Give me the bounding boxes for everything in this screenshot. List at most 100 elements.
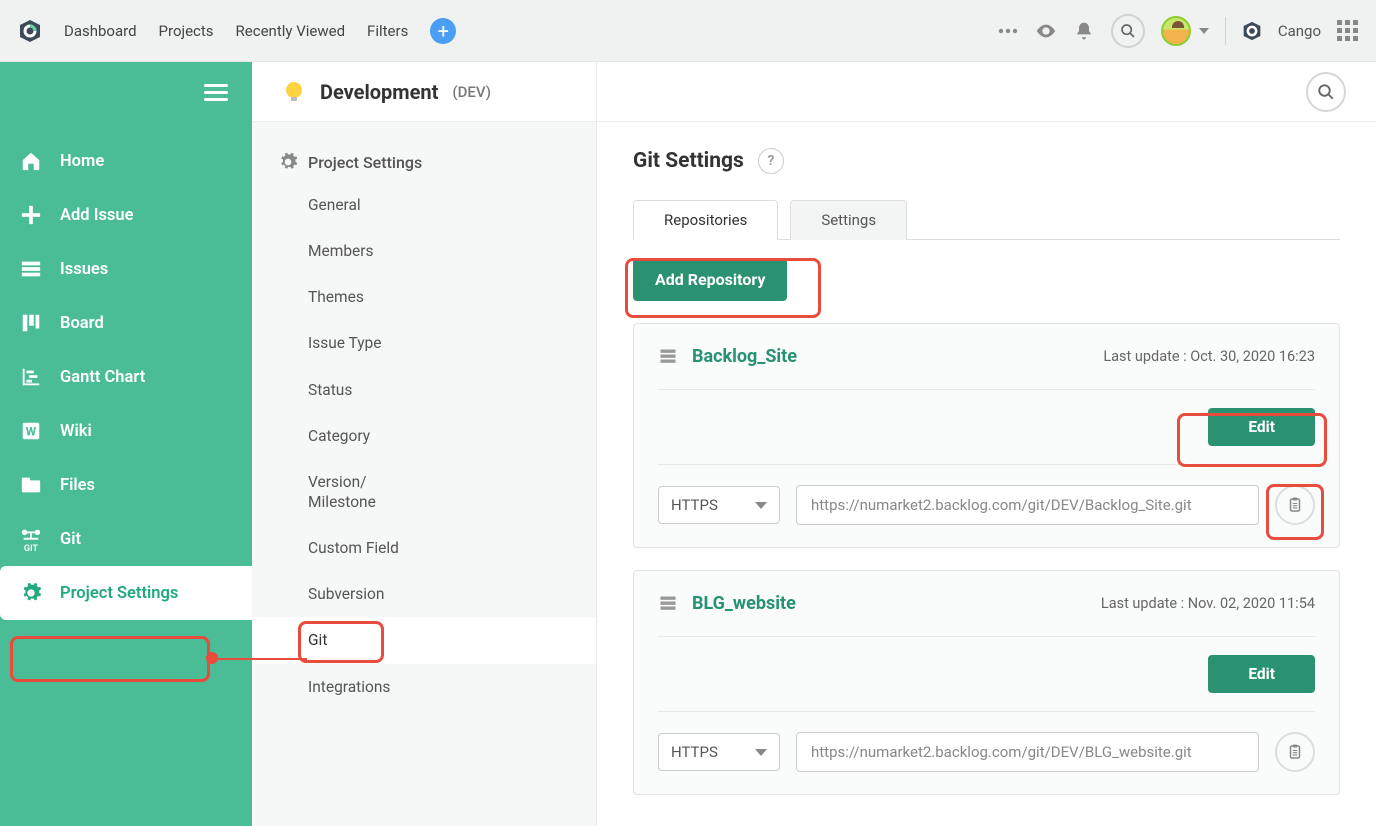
search-button[interactable]	[1306, 72, 1346, 112]
repo-icon	[658, 594, 678, 614]
settings-git[interactable]: Git	[252, 617, 596, 663]
menu-toggle-icon[interactable]	[204, 80, 228, 105]
sidebar-label: Gantt Chart	[60, 368, 145, 387]
edit-button[interactable]: Edit	[1208, 655, 1315, 693]
gear-icon	[20, 582, 42, 604]
main-header	[597, 62, 1376, 122]
repo-header: Backlog_Site Last update : Oct. 30, 2020…	[658, 346, 1315, 390]
sidebar-label: Git	[60, 530, 81, 549]
settings-general[interactable]: General	[252, 182, 596, 228]
project-key: (DEV)	[452, 83, 491, 101]
edit-button[interactable]: Edit	[1208, 408, 1315, 446]
gantt-icon	[20, 366, 42, 388]
sidebar-item-files[interactable]: Files	[0, 458, 252, 512]
list-icon	[20, 258, 42, 280]
settings-column: Development (DEV) Project Settings Gener…	[252, 62, 597, 826]
bell-icon[interactable]	[1073, 20, 1095, 42]
apps-grid-icon[interactable]	[1337, 20, 1358, 41]
search-icon	[1317, 83, 1335, 101]
settings-version-milestone[interactable]: Version/ Milestone	[252, 459, 596, 525]
repo-icon	[658, 347, 678, 367]
settings-heading: Project Settings	[252, 152, 596, 182]
home-icon	[20, 150, 42, 172]
sidebar-label: Add Issue	[60, 206, 134, 225]
page-title-row: Git Settings ?	[633, 148, 1340, 174]
board-icon	[20, 312, 42, 334]
sidebar-item-project-settings[interactable]: Project Settings	[0, 566, 252, 620]
top-bar: Dashboard Projects Recently Viewed Filte…	[0, 0, 1376, 62]
sidebar-item-board[interactable]: Board	[0, 296, 252, 350]
eye-icon[interactable]	[1035, 20, 1057, 42]
app-logo-icon	[18, 19, 42, 43]
tab-settings[interactable]: Settings	[790, 200, 907, 240]
clipboard-icon	[1286, 743, 1304, 761]
topbar-left: Dashboard Projects Recently Viewed Filte…	[18, 18, 456, 44]
bulb-icon	[282, 80, 306, 104]
sidebar-label: Issues	[60, 260, 108, 279]
repo-url-input[interactable]	[796, 732, 1259, 772]
sidebar-item-issues[interactable]: Issues	[0, 242, 252, 296]
chevron-down-icon[interactable]	[1199, 28, 1209, 34]
settings-integrations[interactable]: Integrations	[252, 664, 596, 710]
topnav-filters[interactable]: Filters	[367, 22, 408, 40]
sidebar: Home Add Issue Issues Board Gantt Chart …	[0, 62, 252, 826]
add-button[interactable]: +	[430, 18, 456, 44]
chevron-down-icon	[755, 749, 767, 756]
tabs: Repositories Settings	[633, 200, 1340, 240]
topnav-dashboard[interactable]: Dashboard	[64, 22, 137, 40]
settings-issue-type[interactable]: Issue Type	[252, 320, 596, 366]
chevron-down-icon	[755, 502, 767, 509]
settings-category[interactable]: Category	[252, 413, 596, 459]
svg-text:W: W	[26, 425, 37, 439]
sidebar-label: Board	[60, 314, 104, 333]
sidebar-item-git[interactable]: GIT Git	[0, 512, 252, 566]
sidebar-label: Wiki	[60, 422, 92, 441]
sidebar-label: Files	[60, 476, 95, 495]
repo-updated: Last update : Nov. 02, 2020 11:54	[1101, 595, 1315, 612]
help-button[interactable]: ?	[758, 148, 784, 174]
topnav-projects[interactable]: Projects	[159, 22, 214, 40]
files-icon	[20, 474, 42, 496]
protocol-select[interactable]: HTTPS	[658, 486, 780, 524]
annotation-line	[211, 658, 307, 660]
topbar-search-button[interactable]	[1111, 14, 1145, 48]
main-layout: Home Add Issue Issues Board Gantt Chart …	[0, 62, 1376, 826]
tab-repositories[interactable]: Repositories	[633, 200, 778, 240]
page-title: Git Settings	[633, 149, 744, 173]
settings-themes[interactable]: Themes	[252, 274, 596, 320]
copy-button[interactable]	[1275, 732, 1315, 772]
repo-edit-row: Edit	[658, 637, 1315, 712]
settings-list: Project Settings General Members Themes …	[252, 122, 596, 710]
protocol-value: HTTPS	[671, 743, 718, 761]
repo-name-link[interactable]: BLG_website	[692, 593, 796, 614]
sidebar-item-home[interactable]: Home	[0, 134, 252, 188]
top-nav: Dashboard Projects Recently Viewed Filte…	[64, 22, 408, 40]
content-area: Git Settings ? Repositories Settings Add…	[597, 122, 1376, 821]
repo-url-row: HTTPS	[658, 712, 1315, 772]
sidebar-item-add-issue[interactable]: Add Issue	[0, 188, 252, 242]
repo-name-link[interactable]: Backlog_Site	[692, 346, 797, 367]
protocol-select[interactable]: HTTPS	[658, 733, 780, 771]
repository-card: BLG_website Last update : Nov. 02, 2020 …	[633, 570, 1340, 795]
sidebar-item-wiki[interactable]: W Wiki	[0, 404, 252, 458]
repo-url-input[interactable]	[796, 485, 1259, 525]
sidebar-menu: Home Add Issue Issues Board Gantt Chart …	[0, 134, 252, 620]
avatar[interactable]	[1161, 16, 1191, 46]
plus-icon	[20, 204, 42, 226]
repository-card: Backlog_Site Last update : Oct. 30, 2020…	[633, 323, 1340, 548]
settings-status[interactable]: Status	[252, 367, 596, 413]
workspace-logo-icon	[1242, 21, 1262, 41]
settings-members[interactable]: Members	[252, 228, 596, 274]
ellipsis-icon[interactable]	[997, 20, 1019, 42]
sidebar-item-gantt[interactable]: Gantt Chart	[0, 350, 252, 404]
copy-button[interactable]	[1275, 485, 1315, 525]
clipboard-icon	[1286, 496, 1304, 514]
settings-subversion[interactable]: Subversion	[252, 571, 596, 617]
add-repository-button[interactable]: Add Repository	[633, 258, 787, 301]
workspace-name[interactable]: Cango	[1278, 22, 1321, 40]
main-content: Git Settings ? Repositories Settings Add…	[597, 62, 1376, 826]
sidebar-label: Home	[60, 152, 104, 171]
settings-custom-field[interactable]: Custom Field	[252, 525, 596, 571]
topnav-recent[interactable]: Recently Viewed	[236, 22, 346, 40]
project-name: Development	[320, 80, 438, 104]
